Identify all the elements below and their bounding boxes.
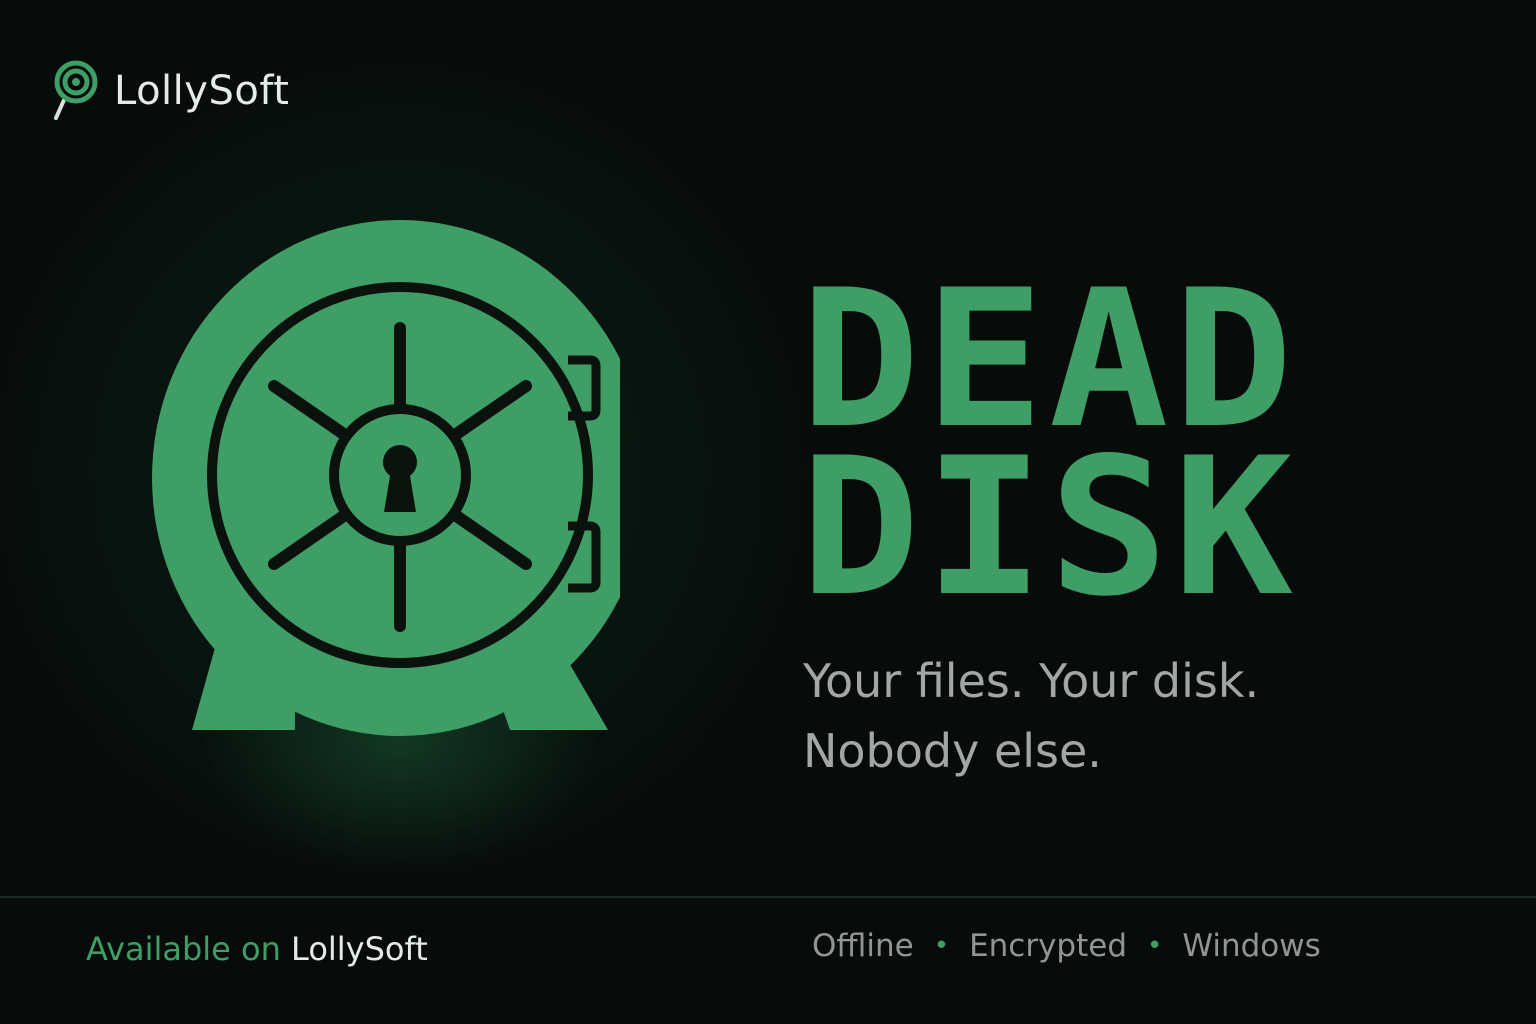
feature-separator: •	[933, 931, 950, 961]
brand-name: LollySoft	[114, 68, 290, 114]
feature-windows: Windows	[1182, 928, 1321, 964]
feature-encrypted: Encrypted	[969, 928, 1128, 964]
feature-separator: •	[1147, 931, 1163, 961]
tagline: Your files. Your disk. Nobody else.	[803, 646, 1443, 786]
availability-note: Available on LollySoft	[86, 930, 428, 968]
tagline-line-2: Nobody else.	[803, 724, 1102, 778]
feature-list: Offline • Encrypted • Windows	[812, 928, 1321, 964]
title-line-2: DISK	[800, 417, 1298, 638]
availability-prefix: Available on	[86, 930, 281, 968]
brand-header: LollySoft	[52, 60, 289, 122]
feature-offline: Offline	[812, 928, 914, 964]
vault-safe-icon	[150, 210, 620, 750]
tagline-line-1: Your files. Your disk.	[803, 654, 1260, 708]
product-title: DEAD DISK	[800, 265, 1420, 623]
lollipop-icon	[54, 60, 98, 120]
footer-divider	[0, 896, 1536, 898]
availability-platform: LollySoft	[291, 930, 428, 968]
